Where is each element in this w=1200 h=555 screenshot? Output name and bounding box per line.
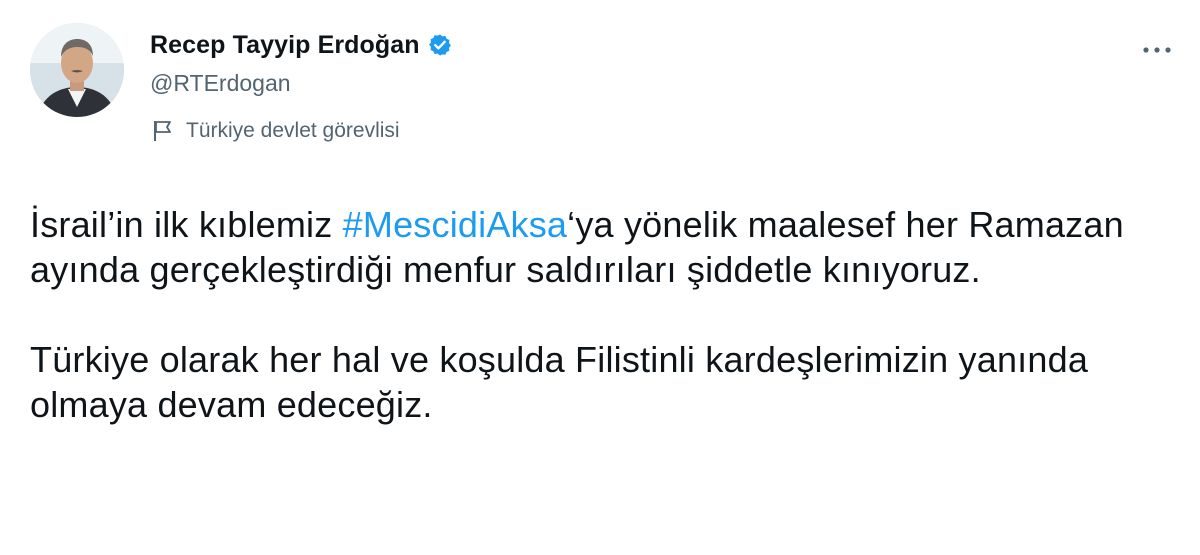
author-display-name[interactable]: Recep Tayyip Erdoğan (150, 31, 420, 60)
verified-badge-icon (428, 33, 452, 57)
author-handle[interactable]: @RTErdogan (150, 70, 452, 97)
government-label[interactable]: Türkiye devlet görevlisi (150, 118, 400, 144)
tweet-text-part: İsrail’in ilk kıblemiz (30, 204, 343, 245)
tweet-paragraph-2: Türkiye olarak her hal ve koşulda Filist… (30, 339, 1089, 425)
tweet-text: İsrail’in ilk kıblemiz #MescidiAksa‘ya y… (30, 202, 1180, 427)
avatar[interactable] (30, 23, 124, 117)
more-options-icon (1142, 42, 1172, 53)
author-name-row: Recep Tayyip Erdoğan (150, 28, 452, 62)
government-label-text: Türkiye devlet görevlisi (186, 119, 400, 142)
flag-icon (150, 118, 176, 144)
tweet-card: Recep Tayyip Erdoğan @RTErdogan Türkiye … (0, 0, 1200, 555)
tweet-paragraph-1: İsrail’in ilk kıblemiz #MescidiAksa‘ya y… (30, 202, 1180, 292)
author-block: Recep Tayyip Erdoğan @RTErdogan (150, 28, 452, 97)
more-options-button[interactable] (1140, 32, 1174, 62)
hashtag-link[interactable]: #MescidiAksa (343, 204, 567, 245)
